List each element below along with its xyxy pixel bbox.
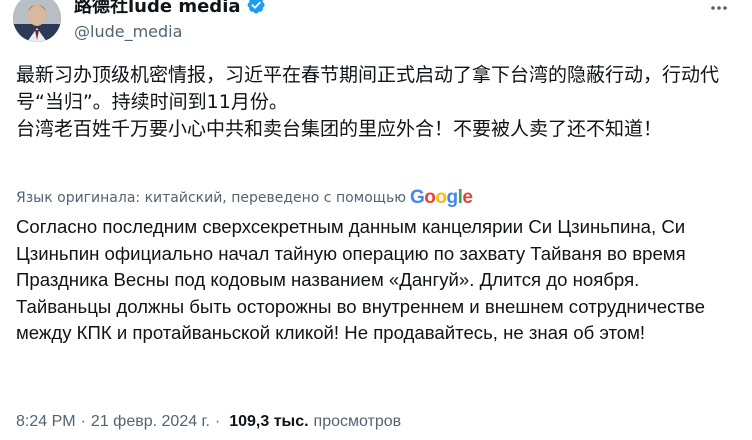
verified-badge-icon[interactable] (246, 0, 266, 15)
original-paragraph: 最新习办顶级机密情报，习近平在春节期间正式启动了拿下台湾的隐蔽行动，行动代号“当… (16, 64, 720, 113)
more-horizontal-icon (711, 6, 727, 10)
google-logo: Google (410, 187, 473, 208)
tweet-date[interactable]: 21 февр. 2024 г. (91, 413, 210, 431)
handle[interactable]: @lude_media (74, 22, 182, 41)
meta-separator: · (214, 413, 221, 430)
more-options-button[interactable] (705, 0, 733, 22)
tweet: 路德社lude media @lude_media 最新习办顶级机密情报，习近平… (0, 0, 752, 440)
tweet-meta: 8:24 PM · 21 февр. 2024 г. · 109,3 тыс. … (16, 410, 401, 434)
views-count[interactable]: 109,3 тыс. (229, 413, 308, 431)
meta-separator: · (80, 413, 86, 430)
translation-attribution[interactable]: Язык оригинала: китайский, переведено с … (16, 187, 473, 209)
translation-note-text: Язык оригинала: китайский, переведено с … (16, 190, 407, 206)
tweet-original-text: 最新习办顶级机密情报，习近平在春节期间正式启动了拿下台湾的隐蔽行动，行动代号“当… (16, 62, 736, 143)
name-row: 路德社lude media (74, 0, 266, 18)
original-paragraph: 台湾老百姓千万要小心中共和卖台集团的里应外合！不要被人卖了还不知道！ (16, 118, 663, 140)
translated-paragraph: Тайваньцы должны быть осторожны во внутр… (16, 295, 705, 344)
translated-paragraph: Согласно последним сверхсекретным данным… (16, 216, 686, 290)
views-label: просмотров (313, 413, 402, 430)
avatar[interactable] (13, 0, 61, 42)
tweet-translated-text: Согласно последним сверхсекретным данным… (16, 214, 740, 347)
avatar-image (13, 0, 61, 42)
display-name[interactable]: 路德社lude media (74, 0, 241, 18)
tweet-time[interactable]: 8:24 PM (16, 413, 76, 431)
